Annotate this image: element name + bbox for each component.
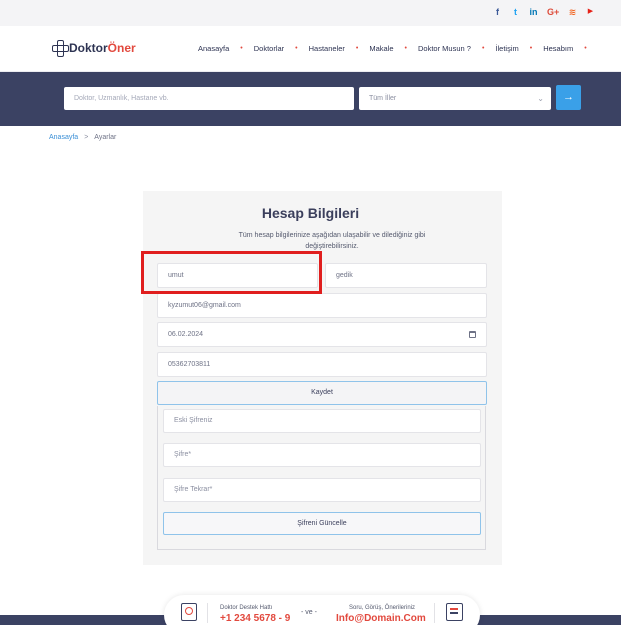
logo-text-primary: Doktor [69,40,108,55]
arrow-right-icon: → [563,91,574,103]
social-links: f t in G+ ≋ ▶ [493,7,595,17]
nav-separator: • [295,45,298,52]
doctor-support-icon [181,603,197,621]
breadcrumb-home[interactable]: Anasayfa [49,134,78,141]
birth-date-value: 06.02.2024 [168,331,204,338]
linkedin-icon[interactable]: in [529,7,538,17]
nav-separator: • [240,45,243,52]
nav-separator: • [481,45,485,52]
nav-separator: • [355,45,359,52]
main-nav: Anasayfa • Doktorlar • Hastaneler • Makale •… [198,44,598,53]
repeat-password-field[interactable]: Şifre Tekrar* [163,478,481,502]
clipboard-icon [446,603,463,621]
medical-cross-icon [52,40,69,57]
footer-divider [434,603,435,623]
nav-separator: • [404,45,407,52]
nav-separator: • [584,45,587,52]
form-description: Tüm hesap bilgilerinize aşağıdan ulaşabi… [238,232,426,250]
last-name-field[interactable]: gedik [325,263,487,288]
twitter-icon[interactable]: t [511,7,520,17]
search-input[interactable]: Doktor, Uzmanlık, Hastane vb. [64,87,354,110]
breadcrumb-separator: > [84,134,89,141]
search-submit-button[interactable]: → [556,85,581,110]
footer-contact-pill [164,595,480,625]
nav-item-doktorlar[interactable]: Doktorlar [254,44,284,53]
calendar-icon[interactable] [469,331,476,338]
birth-date-field[interactable]: 06.02.2024 [157,322,487,347]
old-password-field[interactable]: Eski Şifreniz [163,409,481,433]
main-header: Doktor Öner Anasayfa • Doktorlar • Hastane… [0,26,621,72]
page-title: Hesap Bilgileri [261,205,360,221]
google-plus-icon[interactable]: G+ [547,7,559,17]
phone-field[interactable]: 05362703811 [157,352,487,377]
nav-item-hastaneler[interactable]: Hastaneler [309,44,345,53]
site-logo[interactable]: Doktor Öner [52,40,136,57]
highlight-box [141,251,322,294]
nav-item-doktor-musun[interactable]: Doktor Musun ? [418,44,471,53]
support-phone[interactable]: +1 234 5678 - 9 [220,613,290,624]
nav-item-makale[interactable]: Makale [369,44,393,53]
feedback-label: Soru, Görüş, Önerileriniz [349,605,416,611]
footer-divider [207,603,208,623]
breadcrumb-current: Ayarlar [94,134,117,141]
breadcrumb: Anasayfa > Ayarlar [49,134,116,141]
logo-text-accent: Öner [107,40,136,55]
support-line-label: Doktor Destek Hattı [220,605,273,611]
facebook-icon[interactable]: f [493,7,502,17]
update-password-button[interactable]: Şifreni Güncelle [163,512,481,535]
footer-connector: - ve - [301,609,317,616]
save-button[interactable]: Kaydet [157,381,487,405]
nav-item-iletisim[interactable]: İletişim [495,44,518,53]
rss-icon[interactable]: ≋ [568,7,577,17]
nav-separator: • [529,45,533,52]
nav-item-hesabim[interactable]: Hesabım [543,44,573,53]
nav-item-anasayfa[interactable]: Anasayfa [198,44,229,53]
chevron-down-icon: ⌄ [537,94,544,103]
youtube-icon[interactable]: ▶ [586,7,595,17]
top-bar: f t in G+ ≋ ▶ [0,0,621,26]
feedback-email[interactable]: Info@Domain.Com [336,613,426,624]
new-password-field[interactable]: Şifre* [163,443,481,467]
email-field[interactable]: kyzumut06@gmail.com [157,293,487,318]
city-select[interactable]: Tüm İller ⌄ [359,87,551,110]
city-select-value: Tüm İller [369,95,397,102]
